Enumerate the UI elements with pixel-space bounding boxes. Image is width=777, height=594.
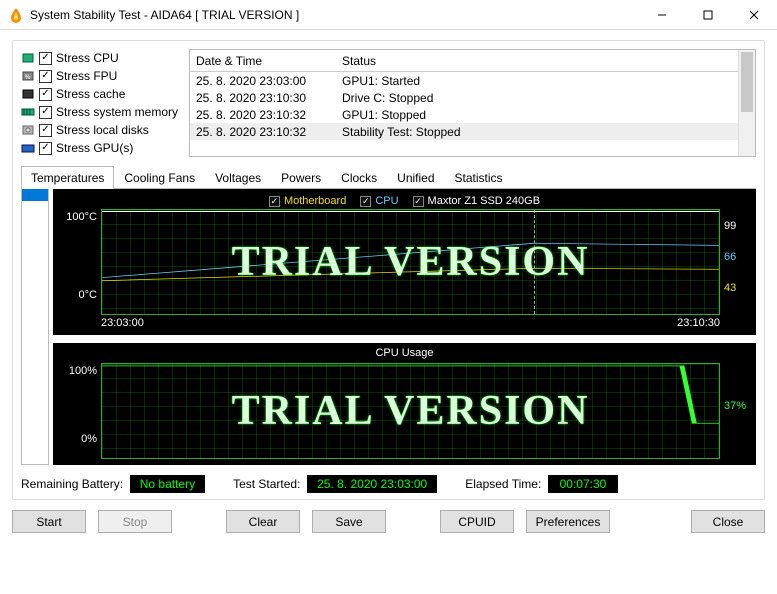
cpu-right-0: 37% [724, 400, 748, 412]
stress-gpu-label: Stress GPU(s) [56, 141, 133, 155]
clear-button[interactable]: Clear [226, 510, 300, 533]
cpu-usage-chart: CPU Usage 100% 0% TRIAL VERSION 37% [53, 343, 756, 465]
button-row: Start Stop Clear Save CPUID Preferences … [12, 510, 765, 533]
status-row: Remaining Battery: No battery Test Start… [21, 475, 756, 493]
stress-cache-label: Stress cache [56, 87, 125, 101]
stress-cpu-label: Stress CPU [56, 51, 119, 65]
legend-ssd-label: Maxtor Z1 SSD 240GB [428, 195, 541, 207]
window-title: System Stability Test - AIDA64 [ TRIAL V… [30, 8, 639, 22]
temp-right-2: 43 [724, 282, 748, 294]
legend-ssd-checkbox[interactable]: ✓ [413, 196, 424, 207]
stress-cache-checkbox[interactable]: ✓ [39, 88, 52, 101]
legend-cpu-checkbox[interactable]: ✓ [360, 196, 371, 207]
battery-label: Remaining Battery: [21, 477, 123, 491]
legend-motherboard-label: Motherboard [284, 195, 346, 207]
maximize-button[interactable] [685, 0, 731, 30]
stress-disks-label: Stress local disks [56, 123, 149, 137]
tab-unified[interactable]: Unified [387, 166, 444, 189]
preferences-button[interactable]: Preferences [526, 510, 610, 533]
test-started-label: Test Started: [233, 477, 300, 491]
close-button[interactable]: Close [691, 510, 765, 533]
cpuid-button[interactable]: CPUID [440, 510, 514, 533]
close-window-button[interactable] [731, 0, 777, 30]
stress-cpu-checkbox[interactable]: ✓ [39, 52, 52, 65]
sensor-list-item[interactable] [22, 189, 48, 201]
stress-disks-checkbox[interactable]: ✓ [39, 124, 52, 137]
fpu-chip-icon: % [21, 70, 35, 82]
stress-memory-label: Stress system memory [56, 105, 178, 119]
disk-icon [21, 124, 35, 136]
event-row[interactable]: 25. 8. 2020 23:10:30Drive C: Stopped [190, 89, 755, 106]
tab-voltages[interactable]: Voltages [205, 166, 271, 189]
titlebar: System Stability Test - AIDA64 [ TRIAL V… [0, 0, 777, 30]
legend-cpu-label: CPU [375, 195, 398, 207]
temp-right-0: 99 [724, 220, 748, 232]
event-row[interactable]: 25. 8. 2020 23:03:00GPU1: Started [190, 72, 755, 89]
event-log-scrollbar[interactable] [738, 50, 755, 156]
temperature-legend: ✓ Motherboard ✓ CPU ✓ Maxtor Z1 SSD 240GB [61, 193, 748, 209]
svg-text:%: % [25, 75, 31, 81]
event-log[interactable]: Date & Time Status 25. 8. 2020 23:03:00G… [189, 49, 756, 157]
battery-value: No battery [130, 475, 205, 493]
elapsed-value: 00:07:30 [548, 475, 618, 493]
start-button[interactable]: Start [12, 510, 86, 533]
tab-bar: Temperatures Cooling Fans Voltages Power… [21, 165, 756, 189]
memory-chip-icon [21, 106, 35, 118]
event-row[interactable]: 25. 8. 2020 23:10:32Stability Test: Stop… [190, 123, 755, 140]
tab-temperatures[interactable]: Temperatures [21, 166, 114, 189]
event-log-header: Date & Time Status [190, 50, 755, 72]
temperature-chart: ✓ Motherboard ✓ CPU ✓ Maxtor Z1 SSD 240GB 1… [53, 189, 756, 335]
temp-x-right: 23:10:30 [677, 317, 720, 329]
save-button[interactable]: Save [312, 510, 386, 533]
tab-statistics[interactable]: Statistics [445, 166, 513, 189]
cpu-y-top: 100% [69, 365, 97, 377]
temp-y-bot: 0°C [79, 289, 97, 301]
legend-motherboard-checkbox[interactable]: ✓ [269, 196, 280, 207]
temp-right-1: 66 [724, 251, 748, 263]
elapsed-label: Elapsed Time: [465, 477, 541, 491]
stress-fpu-label: Stress FPU [56, 69, 117, 83]
stress-options: ✓ Stress CPU % ✓ Stress FPU ✓ Stress cache ✓… [21, 49, 183, 157]
tab-cooling-fans[interactable]: Cooling Fans [114, 166, 205, 189]
tab-clocks[interactable]: Clocks [331, 166, 387, 189]
stop-button: Stop [98, 510, 172, 533]
app-icon [8, 7, 24, 23]
main-group: ✓ Stress CPU % ✓ Stress FPU ✓ Stress cache ✓… [12, 40, 765, 500]
scrollbar-thumb[interactable] [741, 52, 753, 112]
col-header-status[interactable]: Status [342, 54, 376, 68]
cache-chip-icon [21, 88, 35, 100]
cpu-usage-plot: TRIAL VERSION [101, 363, 720, 459]
tab-powers[interactable]: Powers [271, 166, 331, 189]
col-header-date[interactable]: Date & Time [196, 54, 342, 68]
minimize-button[interactable] [639, 0, 685, 30]
gpu-icon [21, 142, 35, 154]
cpu-usage-title: CPU Usage [61, 347, 748, 363]
cpu-chip-icon [21, 52, 35, 64]
event-row[interactable]: 25. 8. 2020 23:10:32GPU1: Stopped [190, 106, 755, 123]
cpu-y-bot: 0% [81, 433, 97, 445]
stress-gpu-checkbox[interactable]: ✓ [39, 142, 52, 155]
temperature-plot: TRIAL VERSION [101, 209, 720, 315]
sensor-list[interactable] [21, 189, 49, 465]
test-started-value: 25. 8. 2020 23:03:00 [307, 475, 437, 493]
temp-y-top: 100°C [66, 211, 97, 223]
temp-x-left: 23:03:00 [101, 317, 144, 329]
stress-fpu-checkbox[interactable]: ✓ [39, 70, 52, 83]
stress-memory-checkbox[interactable]: ✓ [39, 106, 52, 119]
